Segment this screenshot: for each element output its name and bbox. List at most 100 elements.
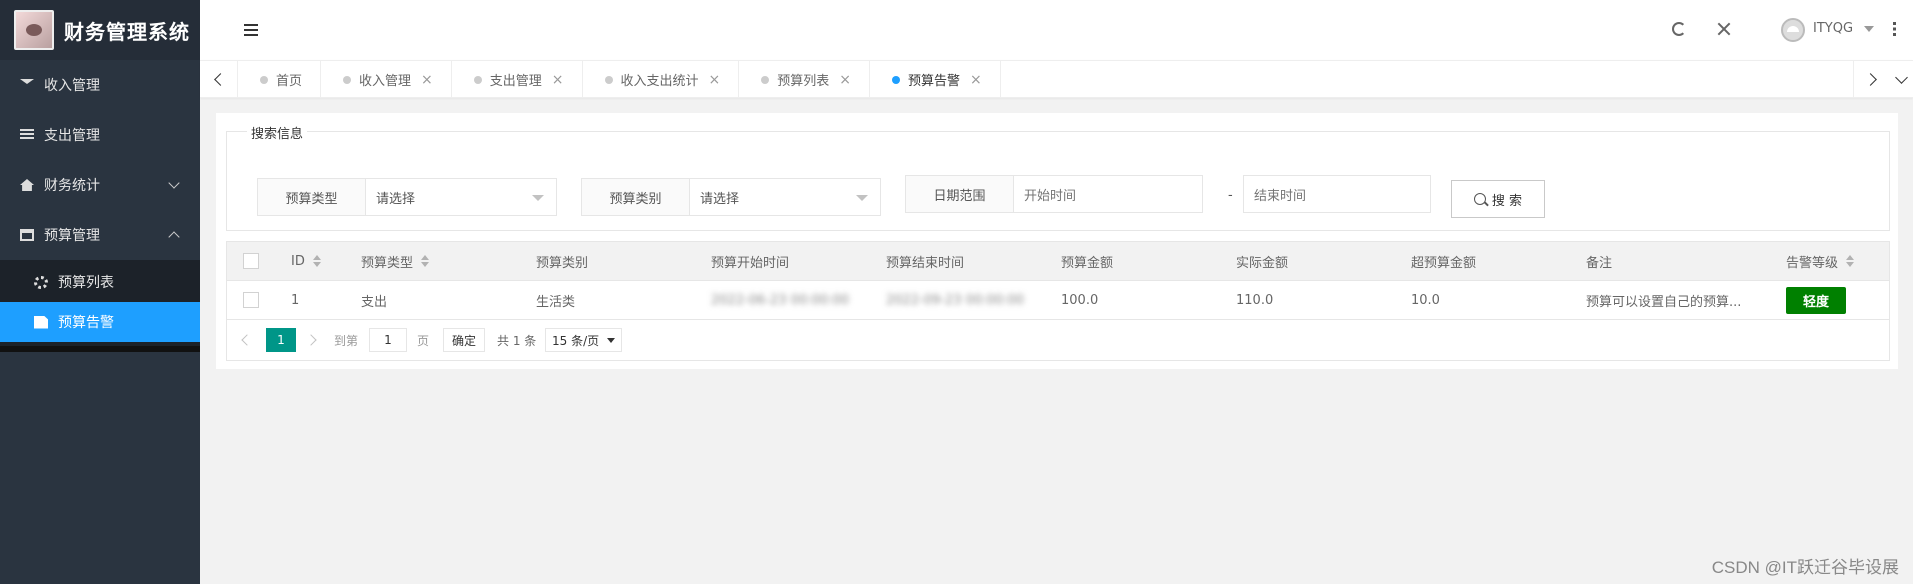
header-label: 预算类型 (361, 255, 414, 271)
budget-category-select[interactable]: 请选择 (690, 179, 880, 215)
header-note: 备注 (1586, 242, 1612, 280)
sidebar-item-budget[interactable]: 预算管理 (0, 210, 200, 260)
refresh-icon[interactable] (1672, 22, 1686, 36)
cell-start-time: 2022-06-23 00:00:00 (711, 292, 850, 308)
sort-icon[interactable] (421, 255, 430, 267)
header-end-time: 预算结束时间 (886, 242, 964, 280)
header-label: 告警等级 (1786, 255, 1839, 271)
table-row: 1 支出 生活类 2022-06-23 00:00:00 2022-09-23 … (227, 281, 1889, 320)
chevron-right-icon (305, 334, 317, 346)
content-card: 搜索信息 预算类型 请选择 预算类别 请选择 日期范围 开始时间 - 结束时间 … (216, 113, 1898, 369)
tab-budget-list[interactable]: 预算列表 × (739, 61, 871, 98)
alert-level-badge[interactable]: 轻度 (1786, 286, 1847, 314)
file-icon (34, 315, 48, 329)
sidebar-item-statistics[interactable]: 财务统计 (0, 160, 200, 210)
tab-income[interactable]: 收入管理 × (321, 61, 452, 98)
tab-bar: 首页 收入管理 × 支出管理 × 收入支出统计 × 预算列表 × 预算告警 × (200, 60, 1913, 98)
close-icon[interactable]: × (421, 72, 433, 88)
date-range-group: 日期范围 开始时间 (905, 175, 1203, 213)
dropdown-arrow-icon (607, 337, 616, 343)
pagination: 1 到第 1 页 确定 共 1 条 15 条/页 (227, 320, 1889, 360)
header-label: 预算结束时间 (886, 255, 965, 271)
row-checkbox[interactable] (243, 292, 259, 308)
tab-statistics[interactable]: 收入支出统计 × (583, 61, 740, 98)
dropdown-arrow-icon (856, 195, 868, 201)
sidebar-item-label: 支出管理 (44, 128, 100, 144)
more-vertical-icon[interactable] (1893, 22, 1896, 36)
search-legend: 搜索信息 (247, 123, 308, 142)
watermark: CSDN @IT跃迁谷毕设展 (1711, 558, 1899, 577)
cell-id: 1 (291, 292, 300, 308)
header-type[interactable]: 预算类型 (361, 242, 430, 280)
home-icon (20, 179, 34, 191)
sidebar-item-expense[interactable]: 支出管理 (0, 110, 200, 160)
sidebar: 财务管理系统 收入管理 支出管理 财务统计 预算管理 预算列表 预算告警 (0, 0, 200, 584)
tab-label: 首页 (276, 74, 303, 89)
cell-actual-amount: 110.0 (1236, 292, 1274, 308)
page-1-button[interactable]: 1 (266, 328, 296, 352)
avatar[interactable] (1781, 18, 1805, 42)
tab-budget-alert[interactable]: 预算告警 × (870, 61, 1001, 98)
header-label: 预算开始时间 (711, 255, 790, 271)
username[interactable]: ITYQG (1813, 21, 1853, 36)
caret-down-icon[interactable] (1864, 26, 1874, 32)
header-label: 备注 (1586, 255, 1613, 271)
cell-end-time: 2022-09-23 00:00:00 (886, 292, 1025, 308)
goto-confirm-button[interactable]: 确定 (443, 328, 486, 352)
end-date-input[interactable]: 结束时间 (1243, 175, 1431, 213)
budget-category-group: 预算类别 请选择 (581, 178, 881, 216)
prev-page-button[interactable] (241, 328, 253, 352)
chevron-left-icon (241, 334, 253, 346)
header-alert-level[interactable]: 告警等级 (1786, 242, 1855, 280)
chevron-left-icon (214, 73, 227, 86)
tab-expense[interactable]: 支出管理 × (452, 61, 583, 98)
fullscreen-icon[interactable] (1717, 22, 1731, 36)
header-id[interactable]: ID (291, 242, 321, 280)
cell-alert-level: 轻度 (1786, 281, 1847, 319)
header-label: 预算金额 (1061, 255, 1114, 271)
close-icon[interactable]: × (552, 72, 564, 88)
tab-dot-icon (473, 75, 482, 84)
tab-scroll-right-button[interactable] (1853, 61, 1891, 98)
list-icon (20, 129, 34, 141)
budget-category-label: 预算类别 (582, 179, 690, 215)
sidebar-subitem-budget-list[interactable]: 预算列表 (0, 262, 200, 302)
tab-label: 收入管理 (359, 74, 412, 89)
sort-icon[interactable] (1846, 255, 1855, 267)
close-icon[interactable]: × (839, 72, 851, 88)
total-count: 共 1 条 (497, 333, 537, 348)
chevron-right-icon (1864, 73, 1877, 86)
close-icon[interactable]: × (709, 72, 721, 88)
sidebar-subitem-budget-alert[interactable]: 预算告警 (0, 302, 200, 342)
tab-scroll-left-button[interactable] (200, 61, 238, 98)
budget-type-select[interactable]: 请选择 (366, 179, 556, 215)
page-size-select[interactable]: 15 条/页 (545, 328, 623, 352)
date-separator: - (1228, 188, 1233, 203)
tab-dot-icon (892, 75, 901, 84)
sort-icon[interactable] (312, 255, 321, 267)
window-icon (20, 229, 34, 241)
header-category: 预算类别 (536, 242, 588, 280)
header-label: ID (291, 253, 305, 269)
sidebar-item-income[interactable]: 收入管理 (0, 60, 200, 110)
tab-label: 支出管理 (489, 74, 542, 89)
goto-page-input[interactable]: 1 (369, 328, 407, 352)
header-label: 实际金额 (1236, 255, 1289, 271)
close-icon[interactable]: × (970, 72, 982, 88)
chevron-down-icon (168, 177, 180, 189)
next-page-button[interactable] (305, 328, 317, 352)
tab-options-button[interactable] (1890, 61, 1913, 98)
sidebar-item-label: 收入管理 (44, 78, 100, 94)
tab-home[interactable]: 首页 (238, 61, 322, 98)
budget-type-group: 预算类型 请选择 (257, 178, 557, 216)
tab-label: 收入支出统计 (620, 74, 699, 89)
start-date-input[interactable]: 开始时间 (1014, 176, 1202, 212)
menu-toggle-icon[interactable] (244, 24, 258, 36)
header-budget-amount: 预算金额 (1061, 242, 1113, 280)
graduation-cap-icon (20, 79, 34, 91)
search-button[interactable]: 搜 索 (1451, 180, 1545, 218)
select-all-checkbox[interactable] (243, 253, 259, 269)
tab-dot-icon (260, 75, 268, 84)
search-fieldset: 搜索信息 预算类型 请选择 预算类别 请选择 日期范围 开始时间 - 结束时间 … (226, 123, 1890, 231)
budget-submenu: 预算列表 预算告警 (0, 260, 200, 352)
